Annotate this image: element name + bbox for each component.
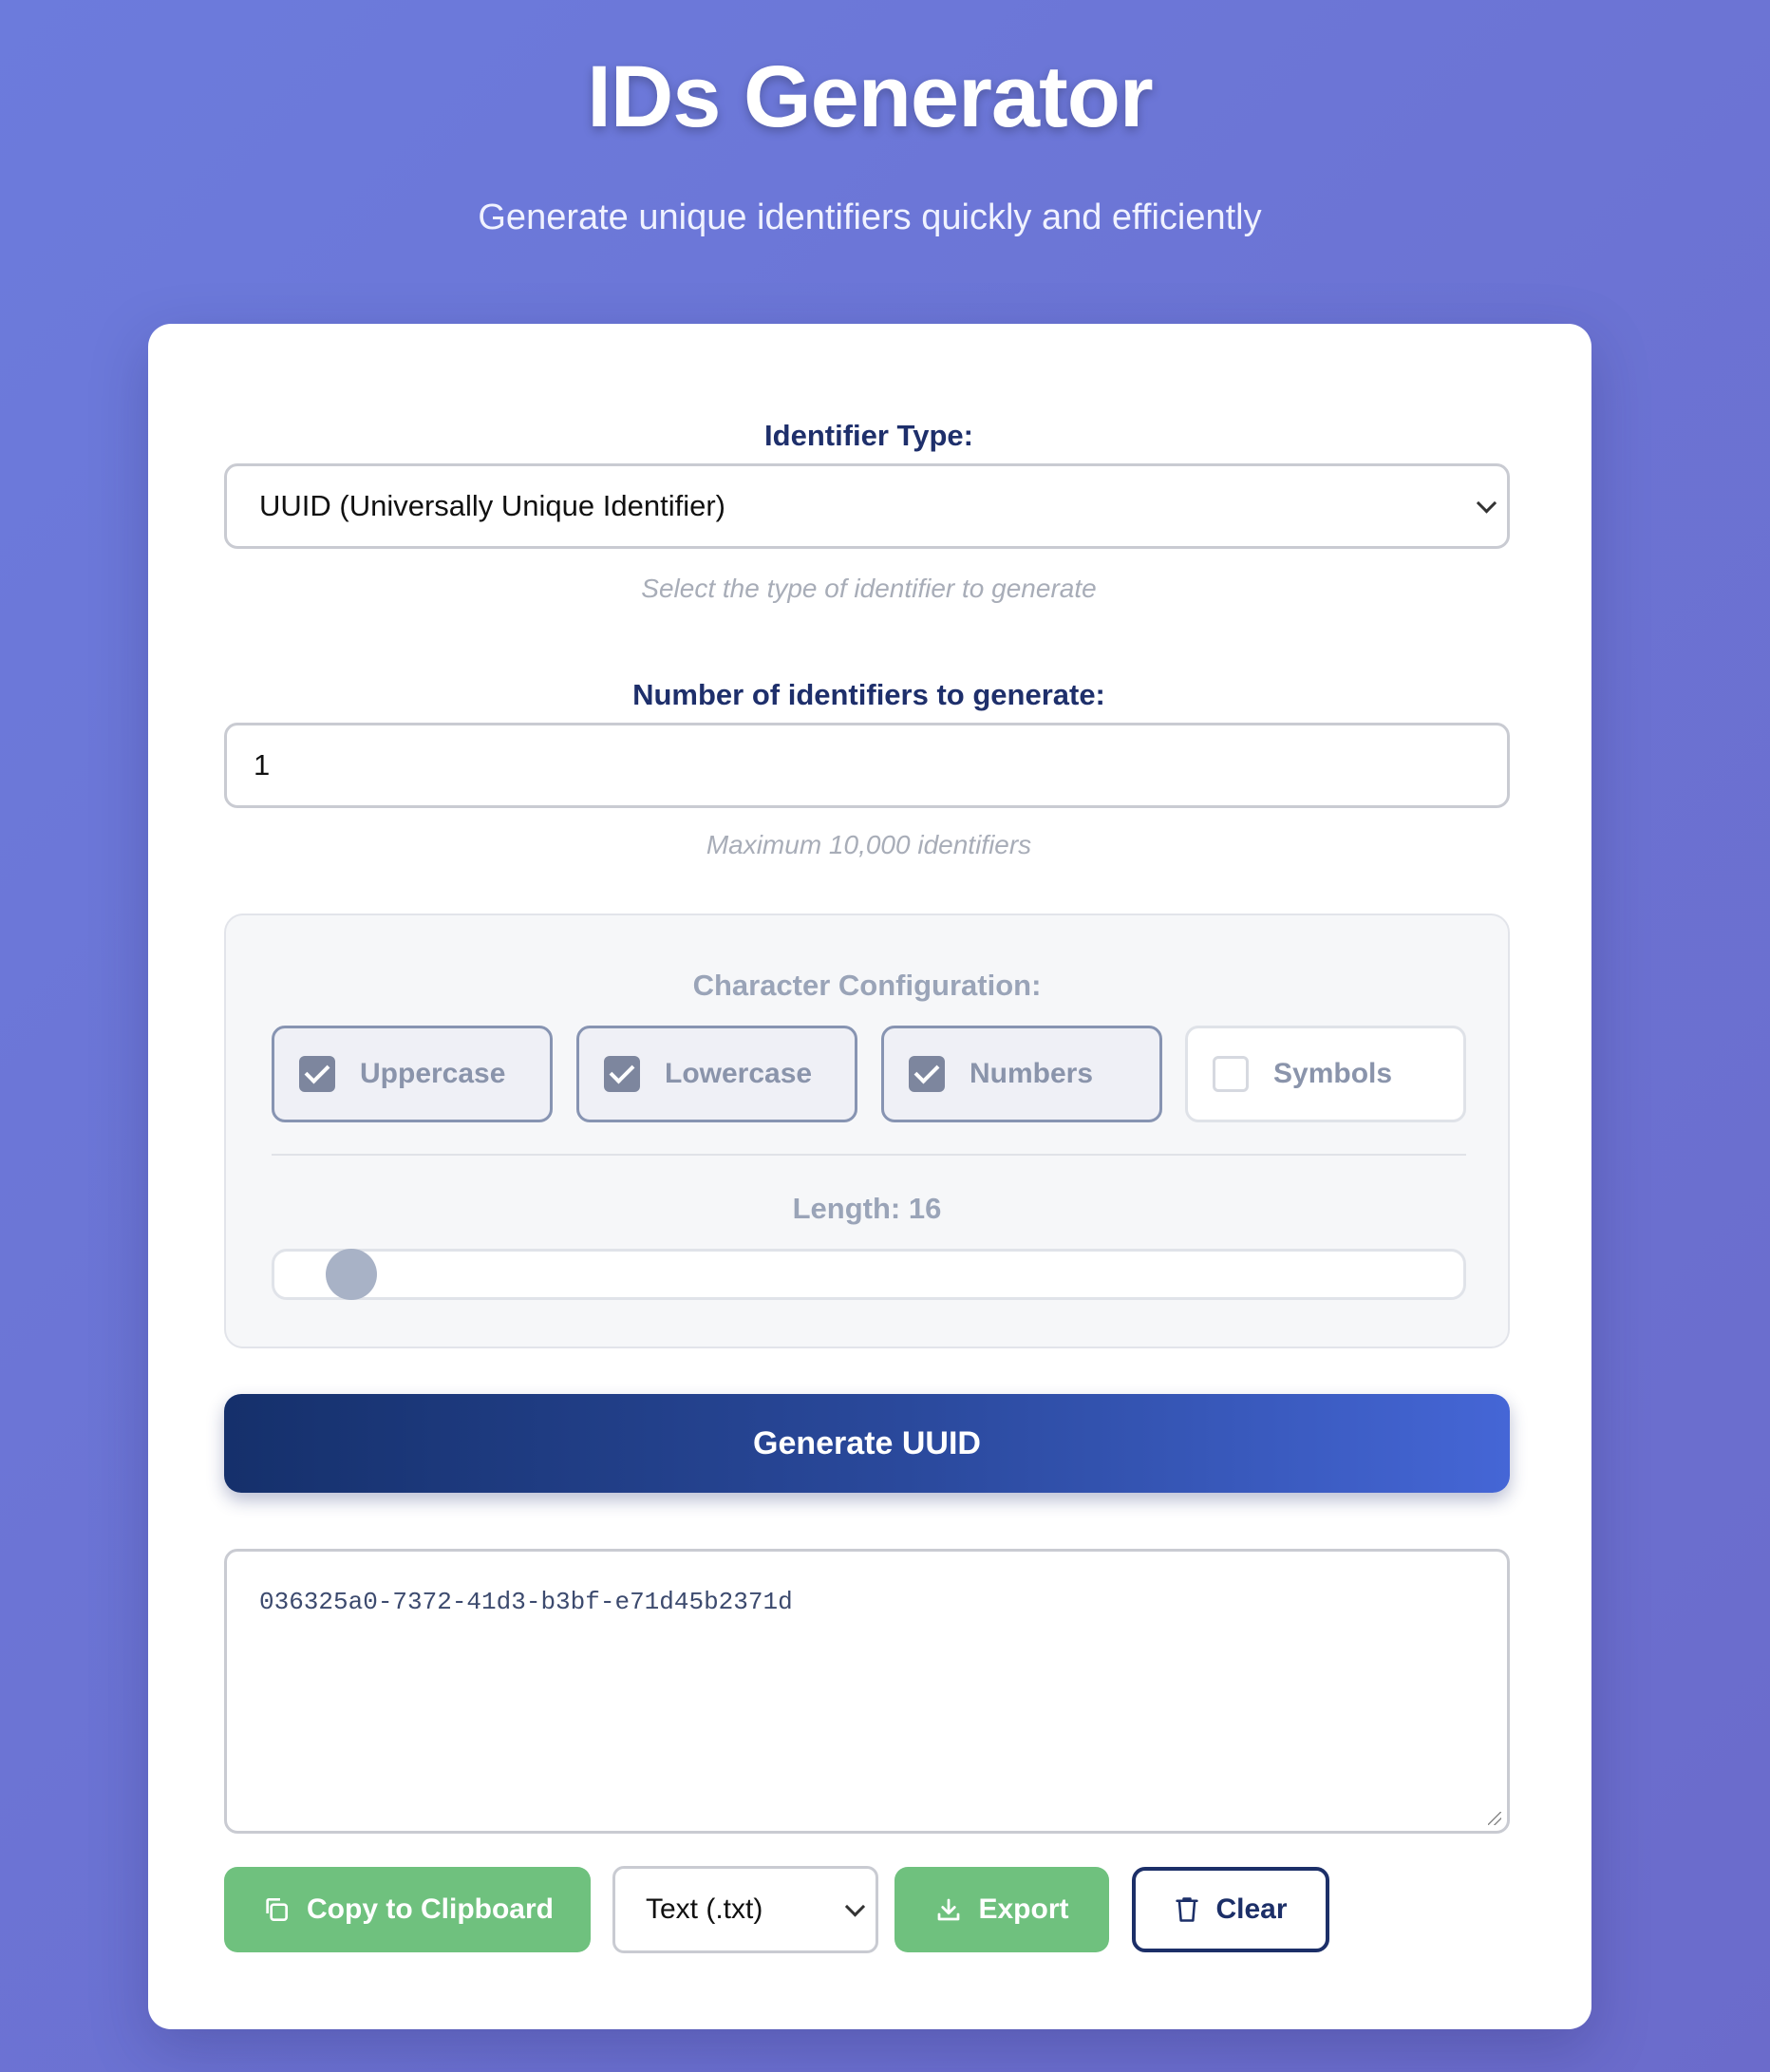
copy-icon [266,1898,288,1921]
trash-icon [1176,1897,1199,1922]
option-numbers[interactable]: Numbers [881,1026,1162,1122]
count-input[interactable] [224,723,1510,808]
option-label: Uppercase [360,1058,506,1089]
identifier-type-hint: Select the type of identifier to generat… [641,574,1097,603]
download-icon [938,1898,960,1921]
checkbox-checked-icon[interactable] [299,1056,335,1092]
slider-thumb[interactable] [325,1249,377,1300]
export-format-value: Text (.txt) [646,1893,763,1925]
count-hint: Maximum 10,000 identifiers [706,830,1032,859]
identifier-type-select[interactable]: UUID (Universally Unique Identifier) [224,463,1510,549]
export-button-label: Export [978,1893,1069,1925]
option-symbols[interactable]: Symbols [1185,1026,1466,1122]
option-label: Symbols [1273,1058,1393,1089]
option-uppercase[interactable]: Uppercase [272,1026,553,1122]
export-button[interactable]: Export [894,1867,1109,1952]
option-lowercase[interactable]: Lowercase [576,1026,857,1122]
copy-button[interactable]: Copy to Clipboard [224,1867,591,1952]
checkbox-checked-icon[interactable] [909,1056,945,1092]
page-title: IDs Generator [587,48,1153,145]
length-slider[interactable] [272,1249,1466,1300]
character-config-title: Character Configuration: [692,969,1042,1002]
config-divider [272,1154,1466,1156]
export-format-select[interactable]: Text (.txt) [612,1866,878,1953]
page-subtitle: Generate unique identifiers quickly and … [478,198,1262,237]
clear-button-label: Clear [1215,1893,1288,1925]
chevron-down-icon [844,1896,866,1917]
identifier-type-label: Identifier Type: [764,419,973,452]
generator-card: Identifier Type: UUID (Universally Uniqu… [148,324,1591,2029]
length-label: Length: 16 [792,1192,942,1225]
option-label: Numbers [970,1058,1094,1089]
clear-button[interactable]: Clear [1132,1867,1329,1952]
checkbox-checked-icon[interactable] [604,1056,640,1092]
resize-handle-icon[interactable] [1488,1812,1501,1825]
copy-button-label: Copy to Clipboard [307,1893,554,1925]
output-textarea[interactable]: 036325a0-7372-41d3-b3bf-e71d45b2371d [224,1549,1510,1834]
output-text: 036325a0-7372-41d3-b3bf-e71d45b2371d [259,1588,793,1616]
generate-button[interactable]: Generate UUID [224,1394,1510,1493]
identifier-type-value: UUID (Universally Unique Identifier) [259,489,725,522]
count-label: Number of identifiers to generate: [632,678,1105,711]
checkbox-unchecked-icon[interactable] [1213,1056,1249,1092]
character-config-panel: Character Configuration: Uppercase Lower… [224,914,1510,1348]
chevron-down-icon [1476,493,1497,514]
option-label: Lowercase [665,1058,813,1089]
